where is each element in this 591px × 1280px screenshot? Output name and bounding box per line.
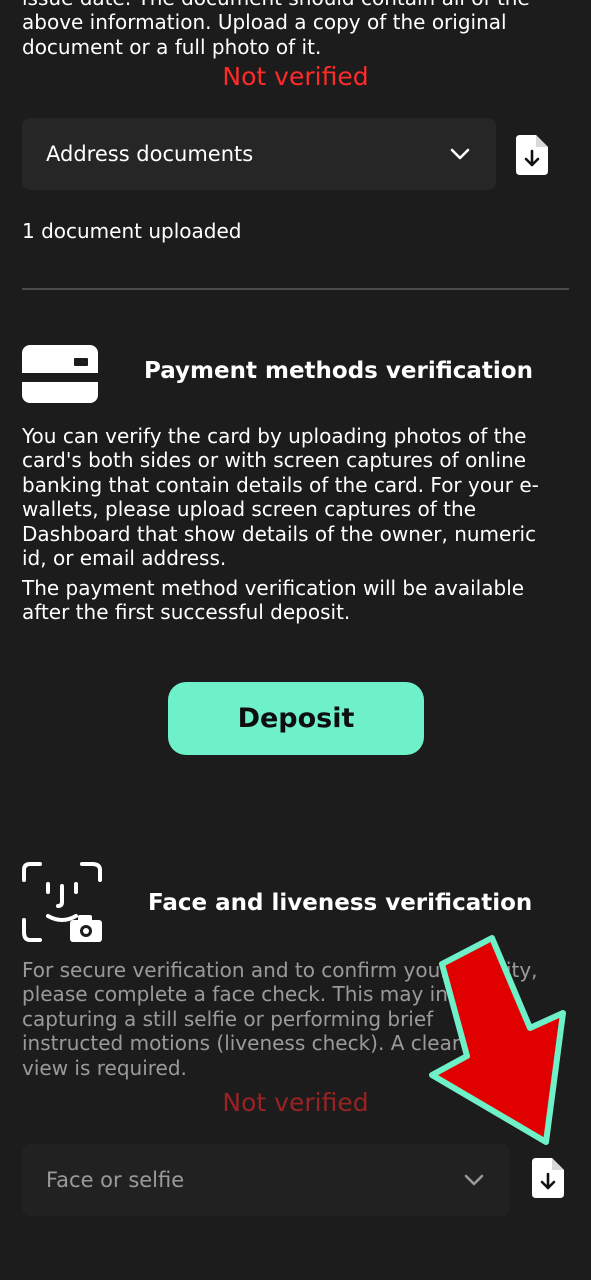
address-upload-button[interactable] xyxy=(514,133,550,177)
identity-description: issue date. The document should contain … xyxy=(22,0,582,59)
text-line: document or a full photo of it. xyxy=(22,34,322,59)
file-download-icon xyxy=(532,1158,564,1198)
card-icon xyxy=(22,345,98,403)
chevron-down-icon xyxy=(464,1174,484,1186)
payment-description: You can verify the card by uploading pho… xyxy=(22,424,582,570)
face-select-value: Face or selfie xyxy=(46,1168,185,1192)
chevron-down-icon xyxy=(450,148,470,160)
text-line: banking that contain details of the card… xyxy=(22,472,539,497)
face-or-selfie-select[interactable]: Face or selfie xyxy=(22,1144,510,1216)
text-line: The payment method verification will be … xyxy=(22,576,525,600)
text-line: card's both sides or with screen capture… xyxy=(22,448,527,473)
face-section-title: Face and liveness verification xyxy=(148,890,533,916)
text-line: above information. Upload a copy of the … xyxy=(22,10,507,35)
deposit-button[interactable]: Deposit xyxy=(168,682,424,755)
text-line: issue date. The document should contain … xyxy=(22,0,582,10)
annotation-arrow xyxy=(429,935,566,1145)
text-line: after the first successful deposit. xyxy=(22,600,351,625)
identity-status-badge: Not verified xyxy=(222,62,369,91)
face-scan-icon xyxy=(22,862,102,942)
text-line: wallets, please upload screen captures o… xyxy=(22,497,477,522)
address-documents-select-value: Address documents xyxy=(46,142,254,166)
text-line: id, or email address. xyxy=(22,546,227,571)
face-upload-button[interactable] xyxy=(530,1156,566,1200)
payment-note: The payment method verification will be … xyxy=(22,576,582,625)
file-download-icon xyxy=(516,135,548,175)
text-line: Dashboard that show details of the owner… xyxy=(22,521,537,546)
address-documents-select[interactable]: Address documents xyxy=(22,118,496,190)
text-line: You can verify the card by uploading pho… xyxy=(22,424,527,448)
section-divider xyxy=(22,288,569,290)
payment-section-title: Payment methods verification xyxy=(144,358,533,384)
uploaded-count-text: 1 document uploaded xyxy=(22,219,242,243)
